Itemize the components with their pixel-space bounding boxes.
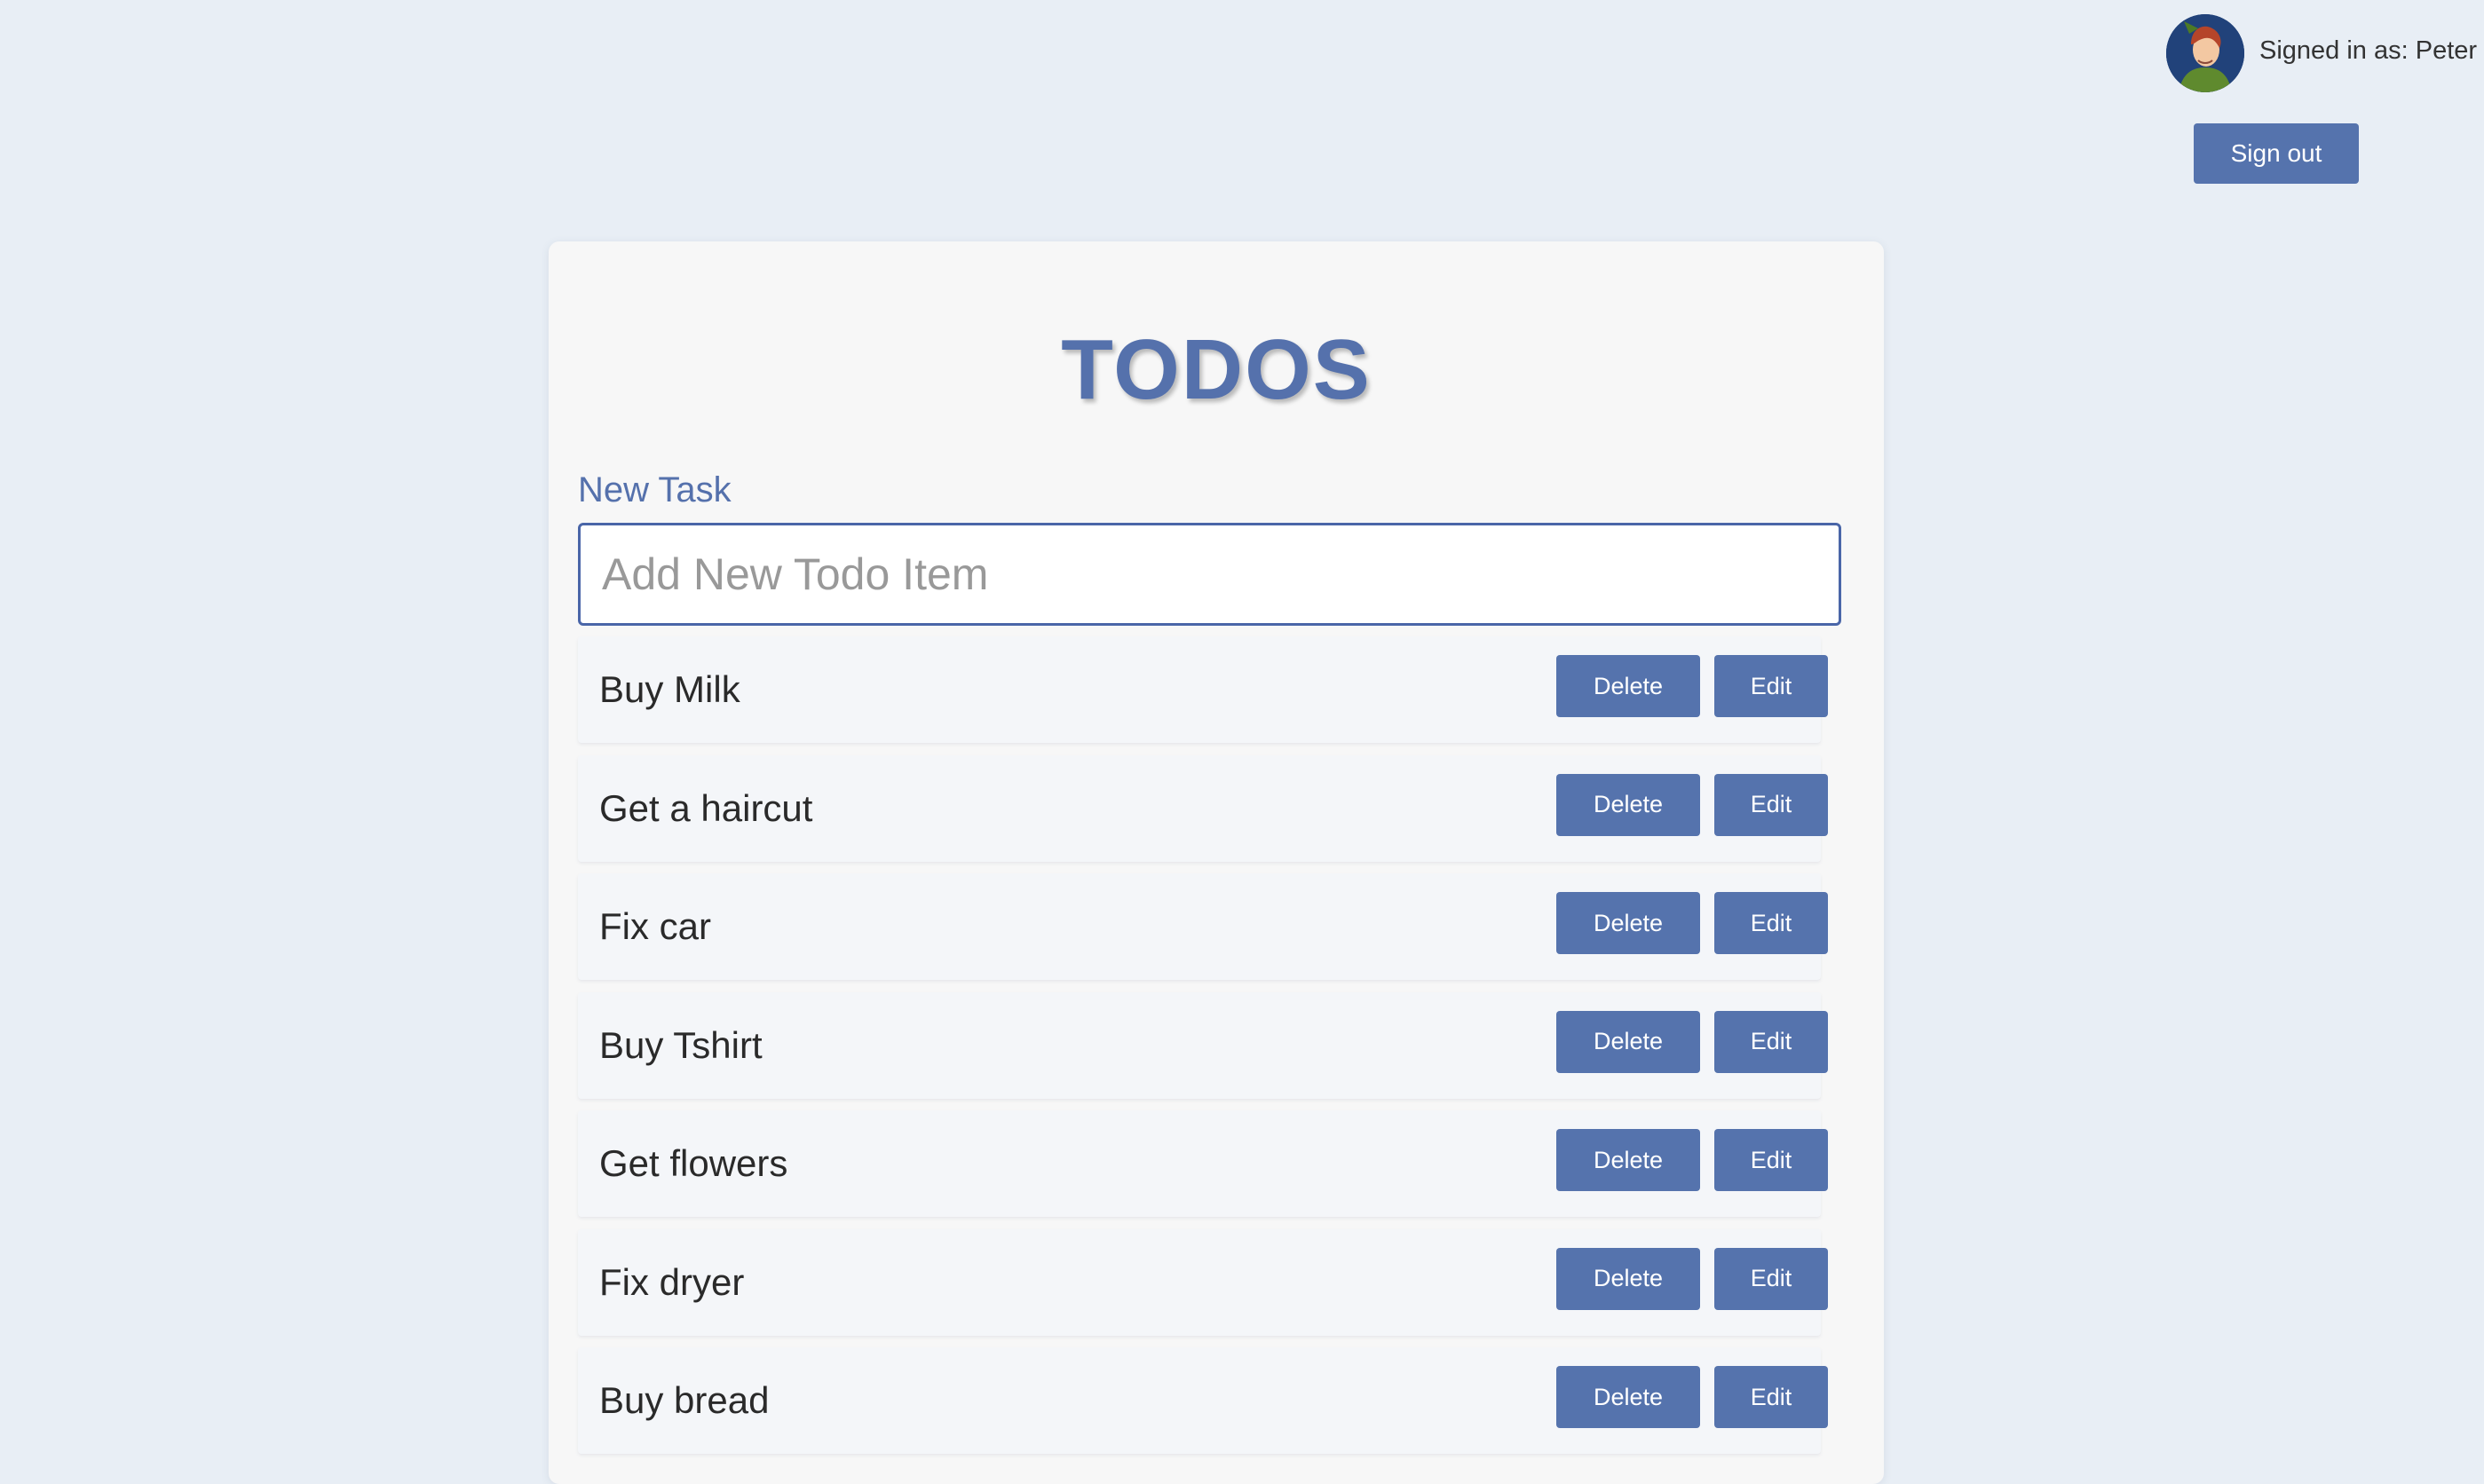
todo-item: Get a haircut Delete Edit — [578, 754, 1828, 862]
sign-out-button[interactable]: Sign out — [2194, 123, 2359, 184]
user-area: Signed in as: Peter Sign out — [2166, 14, 2477, 192]
delete-button[interactable]: Delete — [1556, 1010, 1700, 1073]
page-title: TODOS — [1061, 322, 1372, 417]
signed-in-text: Signed in as: Peter — [2259, 36, 2478, 65]
edit-button[interactable]: Edit — [1714, 1366, 1828, 1428]
todo-item: Buy Milk Delete Edit — [578, 636, 1828, 743]
delete-button[interactable]: Delete — [1556, 1247, 1700, 1310]
todo-item: Fix car Delete Edit — [578, 873, 1828, 980]
new-task-input[interactable] — [578, 523, 1841, 626]
delete-button[interactable]: Delete — [1556, 655, 1700, 717]
edit-button[interactable]: Edit — [1714, 1010, 1828, 1073]
todo-text: Fix car — [599, 905, 711, 947]
todo-item: Get flowers Delete Edit — [578, 1110, 1828, 1217]
todo-text: Buy bread — [599, 1379, 770, 1421]
todo-text: Fix dryer — [599, 1260, 745, 1303]
delete-button[interactable]: Delete — [1556, 892, 1700, 954]
edit-button[interactable]: Edit — [1714, 1247, 1828, 1310]
edit-button[interactable]: Edit — [1714, 892, 1828, 954]
user-avatar-icon — [2166, 14, 2244, 92]
todo-text: Buy Milk — [599, 668, 740, 710]
edit-button[interactable]: Edit — [1714, 1129, 1828, 1191]
delete-button[interactable]: Delete — [1556, 1129, 1700, 1191]
edit-button[interactable]: Edit — [1714, 773, 1828, 836]
edit-button[interactable]: Edit — [1714, 655, 1828, 717]
todo-text: Get flowers — [599, 1142, 788, 1184]
todo-item: Fix dryer Delete Edit — [578, 1228, 1828, 1336]
todo-text: Buy Tshirt — [599, 1023, 763, 1066]
todo-list: Buy Milk Delete Edit Get a haircut Delet… — [578, 636, 1828, 1466]
delete-button[interactable]: Delete — [1556, 1366, 1700, 1428]
todo-item: Buy Tshirt Delete Edit — [578, 991, 1828, 1099]
todo-card: TODOS New Task Buy Milk Delete Edit Get … — [549, 241, 1884, 1484]
delete-button[interactable]: Delete — [1556, 773, 1700, 836]
todo-text: Get a haircut — [599, 786, 813, 829]
new-task-label: New Task — [578, 470, 732, 509]
avatar-illustration — [2166, 14, 2244, 92]
todo-item: Buy bread Delete Edit — [578, 1347, 1828, 1454]
